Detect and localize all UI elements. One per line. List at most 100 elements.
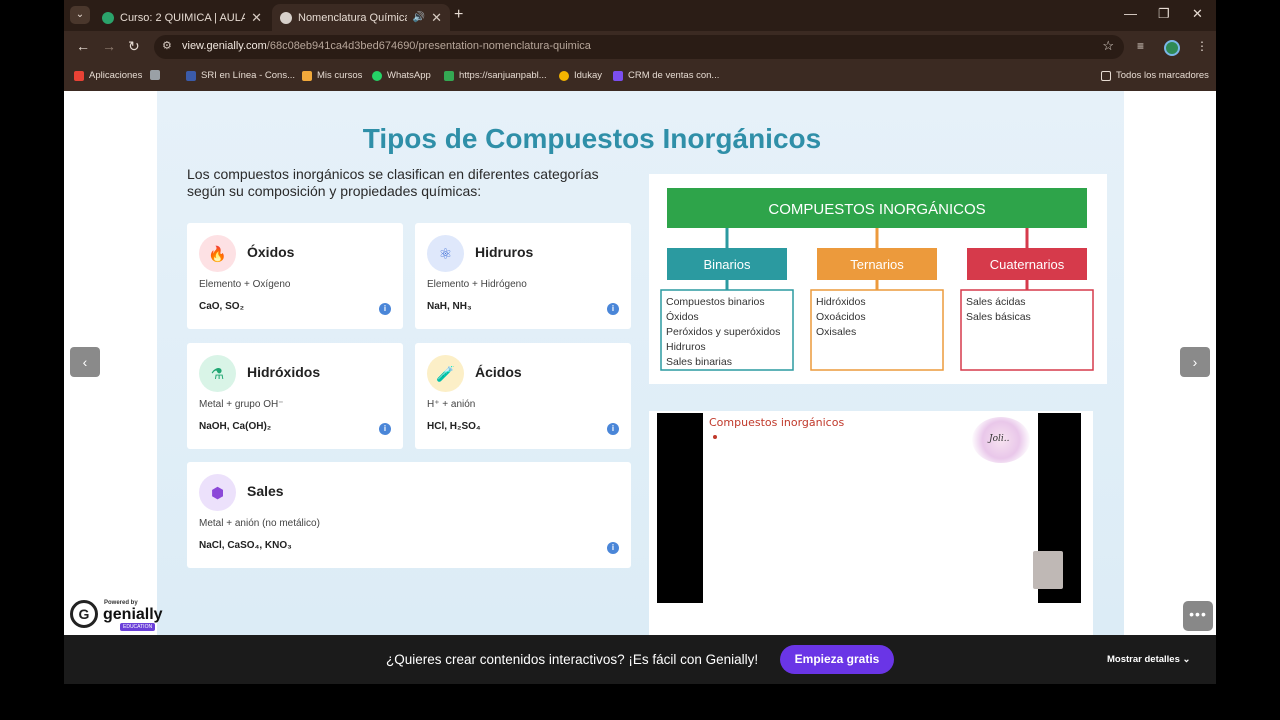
intro-text: Los compuestos inorgánicos se clasifican… xyxy=(187,166,599,199)
diagram-item: Peróxidos y superóxidos xyxy=(666,326,780,338)
tab-search-button[interactable]: ⌄ xyxy=(70,6,90,24)
reload-icon[interactable]: ↻ xyxy=(128,38,140,55)
bookmark-whatsapp[interactable]: WhatsApp xyxy=(372,70,431,81)
avatar[interactable] xyxy=(1164,40,1180,56)
info-icon[interactable]: i xyxy=(607,423,619,435)
idukay-icon xyxy=(559,70,569,81)
site-info-icon[interactable]: ⚙ xyxy=(162,39,172,52)
forward-icon[interactable]: → xyxy=(102,38,116,54)
flask-icon: ⚗ xyxy=(199,355,236,392)
card-examples: HCl, H₂SO₄ xyxy=(427,421,481,432)
branch-label: Ternarios xyxy=(850,257,904,272)
bookmark-star-icon[interactable]: ☆ xyxy=(1102,38,1114,54)
bookmark-label: Todos los marcadores xyxy=(1116,70,1209,81)
education-badge: EDUCATION xyxy=(120,623,156,631)
diagram-item: Hidróxidos xyxy=(816,296,866,308)
restore-button[interactable]: ❐ xyxy=(1158,6,1170,22)
card-description: Metal + anión (no metálico) xyxy=(199,518,320,529)
media-controls-icon[interactable]: ≡ xyxy=(1137,39,1144,53)
genially-logo[interactable]: G Powered by genially EDUCATION xyxy=(70,598,163,631)
card-title: Sales xyxy=(247,483,284,499)
bookmark-label: CRM de ventas con... xyxy=(628,70,720,81)
menu-icon[interactable]: ⋮ xyxy=(1196,39,1208,53)
bookmark-idukay[interactable]: Idukay xyxy=(559,70,602,81)
bookmark-sanjuanpablo[interactable]: https://sanjuanpabl... xyxy=(444,70,547,81)
whatsapp-icon xyxy=(372,70,382,81)
channel-logo: Joli.. xyxy=(972,417,1030,463)
speaker-icon[interactable]: 🔊 xyxy=(413,12,425,23)
close-window-button[interactable]: ✕ xyxy=(1192,6,1203,22)
close-icon[interactable]: ✕ xyxy=(251,10,262,26)
close-icon[interactable]: ✕ xyxy=(431,10,442,26)
card-oxidos[interactable]: 🔥 Óxidos Elemento + Oxígeno CaO, SO₂ i xyxy=(187,223,403,329)
diagram-item: Oxisales xyxy=(816,326,856,338)
card-examples: NaCl, CaSO₄, KNO₃ xyxy=(199,540,292,551)
url-host: view.genially.com xyxy=(182,40,267,52)
presentation-slide: Tipos de Compuestos Inorgánicos Los comp… xyxy=(157,91,1124,636)
prev-slide-button[interactable]: ‹ xyxy=(70,347,100,377)
info-icon[interactable]: i xyxy=(379,423,391,435)
diagram-item: Óxidos xyxy=(666,310,699,323)
info-icon[interactable]: i xyxy=(607,303,619,315)
genially-name: genially xyxy=(103,606,163,623)
more-options-button[interactable]: ••• xyxy=(1183,601,1213,631)
bookmark-aplicaciones[interactable]: Aplicaciones xyxy=(74,70,142,81)
card-description: H⁺ + anión xyxy=(427,399,476,410)
tab-title: Nomenclatura Química | Ge xyxy=(298,11,407,24)
card-description: Metal + grupo OH⁻ xyxy=(199,399,284,410)
bookmark-crm[interactable]: CRM de ventas con... xyxy=(613,70,719,81)
logo-text: Joli.. xyxy=(989,434,1010,444)
new-tab-button[interactable]: + xyxy=(454,6,463,24)
bookmark-label: Aplicaciones xyxy=(89,70,143,81)
browser-toolbar: ← → ↻ ⚙ view.genially.com/68c08eb941ca4d… xyxy=(64,31,1216,63)
all-bookmarks[interactable]: Todos los marcadores xyxy=(1101,70,1209,81)
embedded-video[interactable]: Compuestos inorgánicos Joli.. xyxy=(649,411,1093,636)
sri-icon xyxy=(186,70,196,81)
video-thumbnail xyxy=(1033,551,1063,589)
info-icon[interactable]: i xyxy=(379,303,391,315)
apps-icon xyxy=(74,70,84,81)
bullet-dot xyxy=(713,435,717,439)
tab-curso[interactable]: Curso: 2 QUIMICA | AULA VIRTU ✕ xyxy=(94,4,270,31)
card-examples: CaO, SO₂ xyxy=(199,301,245,312)
molecule-icon: ⬢ xyxy=(199,474,236,511)
card-sales[interactable]: ⬢ Sales Metal + anión (no metálico) NaCl… xyxy=(187,462,631,568)
tab-nomenclatura[interactable]: Nomenclatura Química | Ge 🔊 ✕ xyxy=(272,4,450,31)
crm-icon xyxy=(613,70,623,81)
url-text[interactable]: view.genially.com/68c08eb941ca4d3bed6746… xyxy=(182,40,591,52)
tab-title: Curso: 2 QUIMICA | AULA VIRTU xyxy=(120,11,246,24)
diagram-item: Sales básicas xyxy=(966,311,1031,323)
start-free-button[interactable]: Empieza gratis xyxy=(780,645,894,674)
genially-favicon-icon xyxy=(280,11,292,24)
bookmark-mis-cursos[interactable]: Mis cursos xyxy=(302,70,362,81)
test-tube-icon: 🧪 xyxy=(427,355,464,392)
atom-icon: ⚛ xyxy=(427,235,464,272)
shield-icon xyxy=(102,11,114,24)
video-title: Compuestos inorgánicos xyxy=(709,416,845,429)
back-icon[interactable]: ← xyxy=(76,38,90,54)
card-description: Elemento + Hidrógeno xyxy=(427,279,527,290)
next-slide-button[interactable]: › xyxy=(1180,347,1210,377)
folder-icon xyxy=(1101,70,1111,81)
page-viewport: Tipos de Compuestos Inorgánicos Los comp… xyxy=(64,91,1216,684)
card-title: Óxidos xyxy=(247,244,295,260)
bookmark-grid[interactable] xyxy=(150,70,160,80)
grid-icon xyxy=(150,70,160,80)
show-details-button[interactable]: Mostrar detalles ⌄ xyxy=(1107,654,1190,665)
card-acidos[interactable]: 🧪 Ácidos H⁺ + anión HCl, H₂SO₄ i xyxy=(415,343,631,449)
card-title: Hidruros xyxy=(475,244,534,260)
bookmark-sri[interactable]: SRI en Línea - Cons... xyxy=(186,70,295,81)
bookmark-label: Mis cursos xyxy=(317,70,363,81)
address-bar[interactable]: ⚙ view.genially.com/68c08eb941ca4d3bed67… xyxy=(154,35,1124,59)
diagram-svg: COMPUESTOS INORGÁNICOS Binarios Ternario… xyxy=(660,188,1094,371)
diagram-item: Sales ácidas xyxy=(966,296,1026,308)
minimize-button[interactable]: — xyxy=(1124,6,1137,21)
browser-window: ⌄ Curso: 2 QUIMICA | AULA VIRTU ✕ Nomenc… xyxy=(64,0,1216,684)
card-hidruros[interactable]: ⚛ Hidruros Elemento + Hidrógeno NaH, NH₃… xyxy=(415,223,631,329)
chevron-down-icon: ⌄ xyxy=(1182,654,1191,665)
card-hidroxidos[interactable]: ⚗ Hidróxidos Metal + grupo OH⁻ NaOH, Ca(… xyxy=(187,343,403,449)
site-icon xyxy=(444,70,454,81)
genially-g-icon: G xyxy=(70,600,98,628)
info-icon[interactable]: i xyxy=(607,542,619,554)
branch-label: Cuaternarios xyxy=(990,257,1065,272)
